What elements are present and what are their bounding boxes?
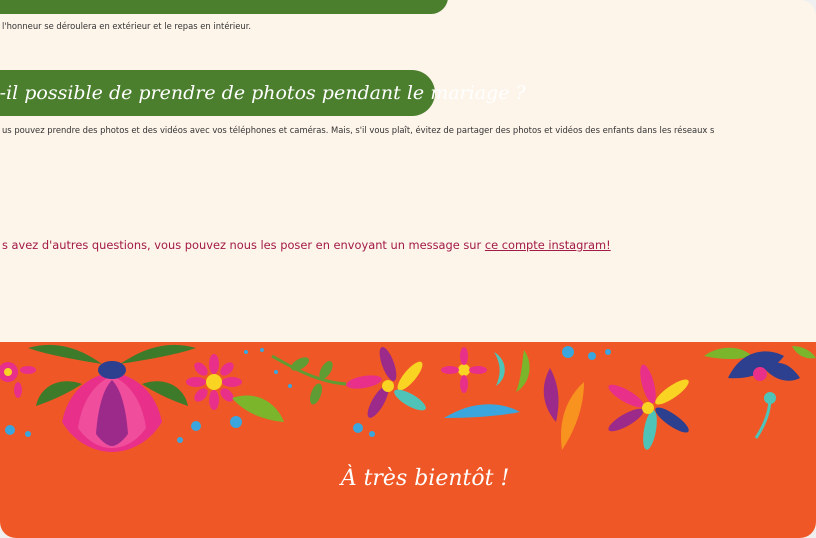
instagram-link[interactable]: ce compte instagram! [485, 238, 611, 252]
lotus-flower [28, 344, 196, 452]
branch [244, 348, 347, 405]
footer [0, 342, 816, 538]
flower-center [441, 347, 487, 393]
star-flower-right [608, 364, 689, 450]
pink-flower-small [186, 354, 242, 410]
contact-text-body: s avez d'autres questions, vous pouvez n… [2, 238, 485, 252]
farewell-text: À très bientôt ! [340, 466, 510, 491]
flower-left-partial [0, 362, 36, 398]
previous-question-pill [0, 0, 448, 14]
star-flower [346, 346, 426, 418]
flower-right-navy [704, 346, 816, 439]
contact-text: s avez d'autres questions, vous pouvez n… [2, 238, 611, 252]
floral-decoration [0, 344, 816, 452]
page-viewport: l'honneur se déroulera en extérieur et l… [0, 0, 816, 538]
answer-text: us pouvez prendre des photos et des vidé… [2, 125, 715, 135]
question-title: t-il possible de prendre de photos penda… [0, 82, 526, 104]
question-pill: t-il possible de prendre de photos penda… [0, 70, 526, 116]
previous-answer-text: l'honneur se déroulera en extérieur et l… [2, 21, 252, 31]
